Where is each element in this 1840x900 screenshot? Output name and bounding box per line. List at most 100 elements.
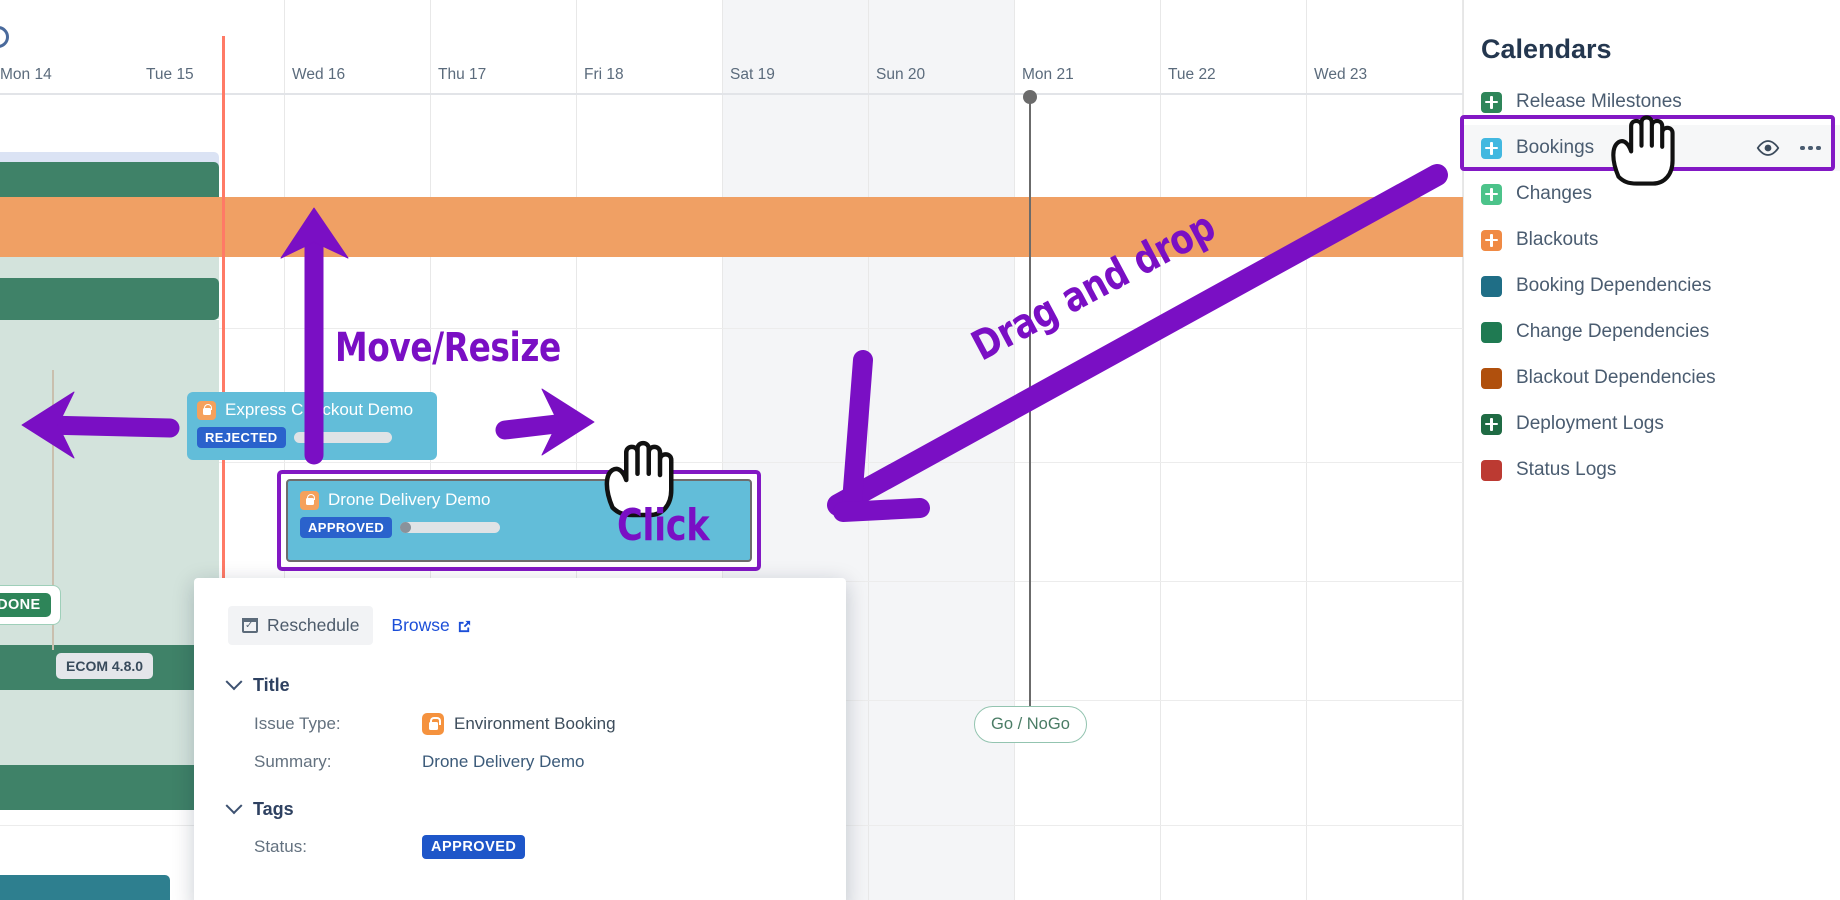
page-title: Calendars <box>1481 34 1612 64</box>
milestone-label[interactable]: Go / NoGo <box>974 706 1087 743</box>
day-column-grid-8 <box>1161 0 1307 900</box>
row-divider <box>0 462 1463 463</box>
day-column-grid-9 <box>1307 0 1463 900</box>
lock-icon <box>197 400 216 420</box>
field-value: Environment Booking <box>422 713 616 735</box>
progress-bar[interactable] <box>293 432 392 443</box>
calendar-color-swatch-icon <box>1481 275 1502 297</box>
row-divider <box>0 328 1463 329</box>
sidebar-item-change-dependencies[interactable]: Change Dependencies <box>1464 309 1840 355</box>
booking-detail-popup: Reschedule Browse Title Issue Type: <box>194 578 846 900</box>
day-header-2: Wed 16 <box>292 66 346 83</box>
sidebar-item-label: Deployment Logs <box>1516 413 1664 434</box>
status-badge: APPROVED <box>300 517 393 538</box>
section-header-tags[interactable]: Tags <box>225 796 812 820</box>
popup-action-row: Reschedule Browse <box>228 606 812 645</box>
release-band-4 <box>0 690 219 765</box>
field-issue-type: Issue Type: Environment Booking <box>228 713 812 735</box>
booking-dependency-bar[interactable] <box>0 875 170 900</box>
day-header-9: Wed 23 <box>1314 66 1368 83</box>
blackout-band[interactable] <box>0 197 1463 257</box>
field-value: APPROVED <box>422 835 526 859</box>
release-bar-1[interactable] <box>0 162 219 202</box>
reschedule-button[interactable]: Reschedule <box>228 606 374 645</box>
day-header-6: Sun 20 <box>876 66 926 83</box>
booking-express-checkout[interactable]: Express Checkout Demo REJECTED <box>187 392 437 460</box>
reschedule-label: Reschedule <box>267 615 360 635</box>
sidebar-item-label: Blackout Dependencies <box>1516 367 1716 388</box>
day-header-1: Tue 15 <box>146 66 194 83</box>
calendar-color-swatch-icon <box>1481 229 1502 251</box>
milestone-line <box>1029 96 1031 716</box>
issue-type-text: Environment Booking <box>454 714 616 733</box>
app-root: Mon 14 Tue 15 Wed 16 Thu 17 Fri 18 Sat 1… <box>0 0 1840 900</box>
sidebar-item-booking-dependencies[interactable]: Booking Dependencies <box>1464 263 1840 309</box>
sidebar-item-label: Blackouts <box>1516 229 1599 250</box>
done-status-pill[interactable]: .2 DONE <box>0 585 61 625</box>
booking-meta-row: REJECTED <box>197 427 427 448</box>
sidebar-item-label: Change Dependencies <box>1516 321 1710 342</box>
annotation-click: Click <box>617 500 710 551</box>
annotation-move-resize: Move/Resize <box>335 325 561 371</box>
calendar-color-swatch-icon <box>1481 459 1502 481</box>
section-tags-label: Tags <box>253 799 294 819</box>
header-rule <box>0 93 1463 95</box>
sidebar-item-label: Bookings <box>1516 137 1595 158</box>
sidebar-item-release-milestones[interactable]: Release Milestones <box>1464 79 1840 125</box>
lock-icon <box>422 713 444 735</box>
more-icon[interactable] <box>1800 145 1824 151</box>
sidebar-item-label: Release Milestones <box>1516 91 1682 112</box>
status-badge: APPROVED <box>422 835 526 859</box>
sidebar-item-bookings[interactable]: Bookings <box>1464 125 1840 171</box>
version-pill[interactable]: ECOM 4.8.0 <box>56 653 154 679</box>
status-badge: REJECTED <box>197 427 286 448</box>
field-label: Summary: <box>254 752 332 771</box>
day-header-5: Sat 19 <box>730 66 775 83</box>
chevron-down-icon <box>225 796 243 814</box>
field-label: Status: <box>254 837 307 856</box>
booking-title-row: Express Checkout Demo <box>197 400 427 420</box>
section-header-title[interactable]: Title <box>225 672 812 696</box>
sidebar-item-label: Changes <box>1516 183 1593 204</box>
booking-title-text: Express Checkout Demo <box>225 400 414 419</box>
day-header-7: Mon 21 <box>1022 66 1074 83</box>
field-summary: Summary: Drone Delivery Demo <box>228 752 812 772</box>
calendar-color-swatch-icon <box>1481 367 1502 389</box>
field-status: Status: APPROVED <box>228 835 812 859</box>
day-header-0: Mon 14 <box>0 66 52 83</box>
field-label: Issue Type: <box>254 714 341 733</box>
sidebar-item-label: Booking Dependencies <box>1516 275 1712 296</box>
calendar-color-swatch-icon <box>1481 137 1502 159</box>
summary-value[interactable]: Drone Delivery Demo <box>422 752 585 772</box>
day-header-8: Tue 22 <box>1168 66 1216 83</box>
day-header-4: Fri 18 <box>584 66 624 83</box>
sidebar-item-changes[interactable]: Changes <box>1464 171 1840 217</box>
calendar-color-swatch-icon <box>1481 183 1502 205</box>
calendar-color-swatch-icon <box>1481 91 1502 113</box>
sidebar-item-blackout-dependencies[interactable]: Blackout Dependencies <box>1464 355 1840 401</box>
eye-icon[interactable] <box>1756 140 1780 156</box>
day-column-grid-6 <box>869 0 1015 900</box>
release-bar-4[interactable] <box>0 765 219 810</box>
sidebar-item-label: Status Logs <box>1516 459 1617 480</box>
calendar-color-swatch-icon <box>1481 321 1502 343</box>
calendar-color-swatch-icon <box>1481 413 1502 435</box>
sidebar-item-blackouts[interactable]: Blackouts <box>1464 217 1840 263</box>
chevron-down-icon <box>225 672 243 690</box>
section-title-label: Title <box>253 675 290 695</box>
day-column-grid-7 <box>1015 0 1161 900</box>
release-bar-2[interactable] <box>0 278 219 320</box>
booking-title-text: Drone Delivery Demo <box>328 490 491 509</box>
lock-icon <box>300 490 319 510</box>
calendars-sidebar: Calendars Release Milestones Bookings Ch… <box>1463 0 1840 900</box>
browse-label: Browse <box>391 615 450 635</box>
progress-knob[interactable] <box>400 522 412 533</box>
browse-link[interactable]: Browse <box>383 606 479 645</box>
done-badge: DONE <box>0 593 51 617</box>
calendar-icon <box>242 618 258 633</box>
sidebar-item-deployment-logs[interactable]: Deployment Logs <box>1464 401 1840 447</box>
external-link-icon <box>457 618 472 633</box>
sidebar-item-status-logs[interactable]: Status Logs <box>1464 447 1840 493</box>
day-header-3: Thu 17 <box>438 66 487 83</box>
progress-bar[interactable] <box>400 522 501 533</box>
